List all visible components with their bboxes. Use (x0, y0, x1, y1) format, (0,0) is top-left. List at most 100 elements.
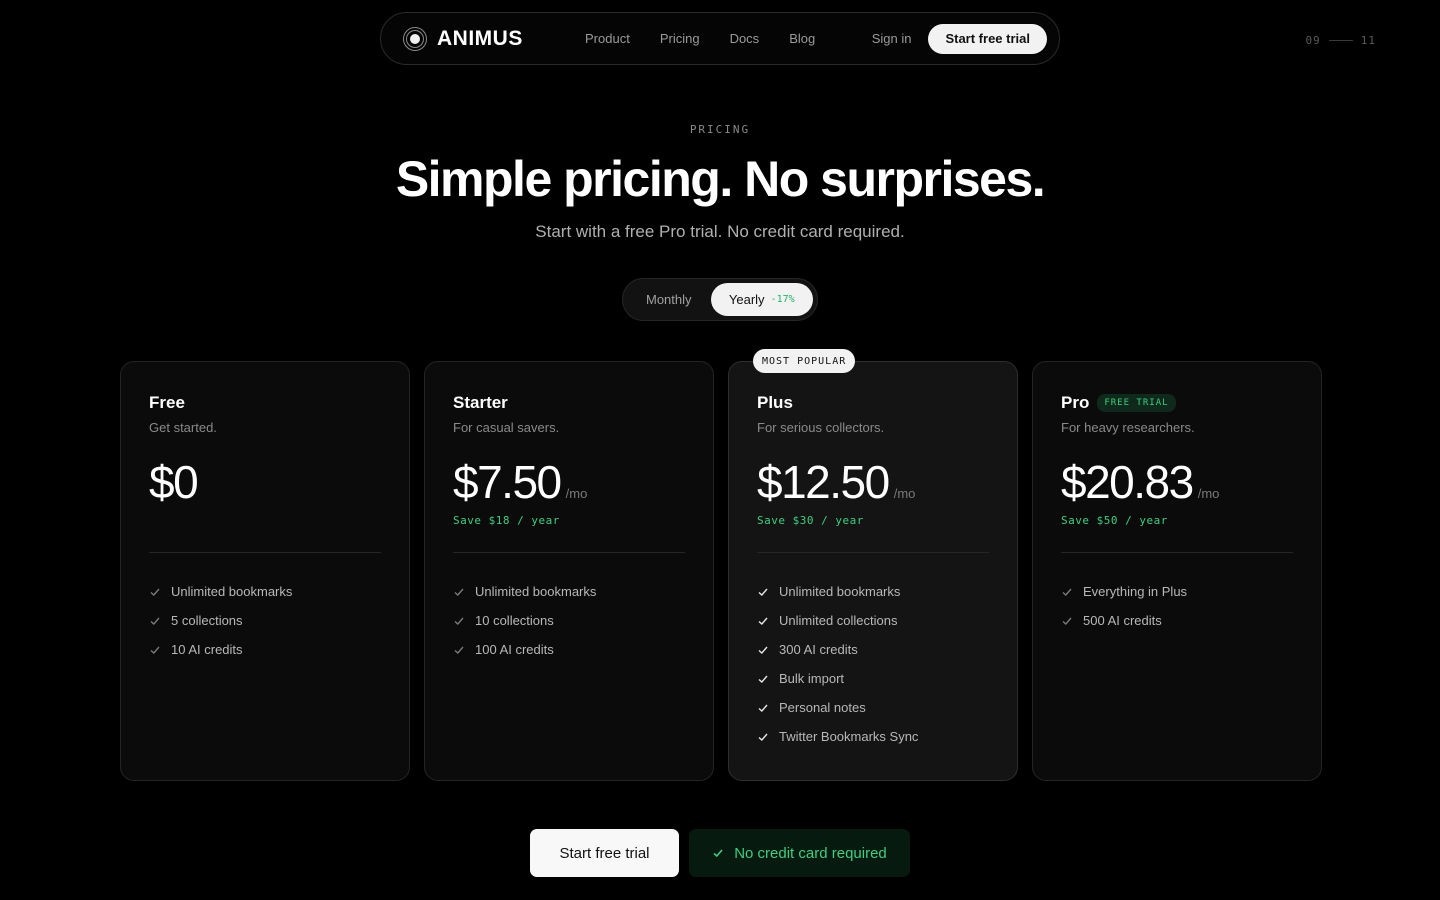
feature-item: Twitter Bookmarks Sync (757, 722, 989, 751)
check-icon (758, 675, 768, 683)
toggle-yearly[interactable]: Yearly -17% (710, 283, 813, 316)
price-period: /mo (893, 486, 916, 501)
check-icon (758, 733, 768, 741)
page-subtitle: Start with a free Pro trial. No credit c… (535, 222, 905, 241)
feature-label: 10 collections (475, 613, 554, 628)
feature-label: Unlimited bookmarks (171, 584, 293, 599)
feature-list: Unlimited bookmarks Unlimited collection… (757, 577, 989, 751)
billing-toggle: Monthly Yearly -17% (622, 278, 818, 321)
check-icon (758, 704, 768, 712)
nav-link-product[interactable]: Product (570, 31, 645, 46)
price-row: $12.50 /mo (757, 455, 989, 508)
plan-price: $12.50 (757, 456, 890, 508)
logo[interactable]: ANIMUS (403, 26, 550, 51)
feature-item: 10 AI credits (149, 635, 381, 664)
pager-current: 09 (1305, 34, 1321, 47)
feature-item: Unlimited collections (757, 606, 989, 635)
no-credit-card-note: No credit card required (689, 829, 910, 877)
feature-label: Unlimited bookmarks (779, 584, 901, 599)
feature-label: 300 AI credits (779, 642, 858, 657)
feature-label: 5 collections (171, 613, 243, 628)
plan-savings: Save $30 / year (757, 514, 864, 527)
card-divider (149, 552, 381, 553)
plan-card-starter: Starter For casual savers. $7.50 /mo Sav… (424, 361, 714, 781)
feature-item: Everything in Plus (1061, 577, 1293, 606)
page-title: Simple pricing. No surprises. (395, 151, 1046, 207)
nav-link-pricing[interactable]: Pricing (645, 31, 715, 46)
price-row: $0 (149, 455, 381, 508)
feature-label: Twitter Bookmarks Sync (779, 729, 919, 744)
feature-list: Unlimited bookmarks 10 collections 100 A… (453, 577, 685, 664)
plan-price: $0 (149, 456, 199, 508)
nav-link-docs[interactable]: Docs (715, 31, 775, 46)
plan-header: Free (149, 392, 381, 414)
plan-header: Starter (453, 392, 685, 414)
plan-card-free: Free Get started. $0 Unlimited bookmarks… (120, 361, 410, 781)
logo-icon (403, 26, 427, 51)
most-popular-badge: MOST POPULAR (753, 349, 856, 373)
price-period: /mo (565, 486, 588, 501)
plan-card-pro: Pro FREE TRIAL For heavy researchers. $2… (1032, 361, 1322, 781)
feature-label: Unlimited collections (779, 613, 898, 628)
plan-card-plus: MOST POPULAR Plus For serious collectors… (728, 349, 1018, 781)
plan-name: Plus (757, 393, 793, 412)
pager-total: 11 (1360, 34, 1376, 47)
toggle-monthly[interactable]: Monthly (627, 283, 711, 316)
check-icon (454, 588, 464, 596)
top-nav: ANIMUS Product Pricing Docs Blog Sign in… (380, 12, 1060, 65)
feature-label: 10 AI credits (171, 642, 243, 657)
no-credit-card-label: No credit card required (734, 844, 887, 862)
feature-label: Bulk import (779, 671, 845, 686)
plan-name: Starter (453, 393, 508, 412)
feature-item: Personal notes (757, 693, 989, 722)
check-icon (150, 588, 160, 596)
check-icon (150, 617, 160, 625)
check-icon (713, 849, 723, 858)
plan-price: $20.83 (1061, 456, 1194, 508)
check-icon (758, 588, 768, 596)
feature-label: 500 AI credits (1083, 613, 1162, 628)
feature-item: Unlimited bookmarks (453, 577, 685, 606)
card-divider (453, 552, 685, 553)
price-row: $20.83 /mo (1061, 455, 1293, 508)
section-eyebrow: PRICING (689, 123, 751, 136)
plan-savings (149, 514, 381, 528)
feature-label: 100 AI credits (475, 642, 554, 657)
sign-in-link[interactable]: Sign in (872, 31, 912, 46)
feature-item: 100 AI credits (453, 635, 685, 664)
start-free-trial-button[interactable]: Start free trial (530, 829, 679, 877)
slide-pager: 09 11 (1306, 34, 1377, 47)
check-icon (150, 646, 160, 654)
feature-item: 500 AI credits (1061, 606, 1293, 635)
check-icon (1062, 617, 1072, 625)
nav-link-blog[interactable]: Blog (774, 31, 830, 46)
plan-name: Free (149, 393, 185, 412)
check-icon (454, 617, 464, 625)
card-divider (757, 552, 989, 553)
plan-price: $7.50 (453, 456, 562, 508)
free-trial-badge: FREE TRIAL (1097, 394, 1176, 412)
feature-item: Unlimited bookmarks (149, 577, 381, 606)
feature-item: 300 AI credits (757, 635, 989, 664)
nav-start-trial-button[interactable]: Start free trial (928, 23, 1047, 54)
check-icon (758, 646, 768, 654)
feature-label: Unlimited bookmarks (475, 584, 597, 599)
feature-item: 5 collections (149, 606, 381, 635)
plan-name: Pro (1061, 393, 1090, 412)
plan-description: For heavy researchers. (1061, 420, 1195, 435)
price-period: /mo (1197, 486, 1220, 501)
feature-label: Everything in Plus (1083, 584, 1188, 599)
pricing-page: ANIMUS Product Pricing Docs Blog Sign in… (0, 0, 1440, 900)
check-icon (758, 617, 768, 625)
pager-divider (1328, 40, 1353, 41)
discount-badge: -17% (770, 294, 795, 305)
feature-item: 10 collections (453, 606, 685, 635)
bottom-cta-row: Start free trial No credit card required (530, 829, 910, 877)
price-row: $7.50 /mo (453, 455, 685, 508)
feature-list: Unlimited bookmarks 5 collections 10 AI … (149, 577, 381, 664)
feature-item: Unlimited bookmarks (757, 577, 989, 606)
feature-item: Bulk import (757, 664, 989, 693)
toggle-yearly-label: Yearly (728, 292, 765, 307)
nav-links: Product Pricing Docs Blog (570, 31, 830, 46)
plan-description: Get started. (149, 420, 217, 435)
